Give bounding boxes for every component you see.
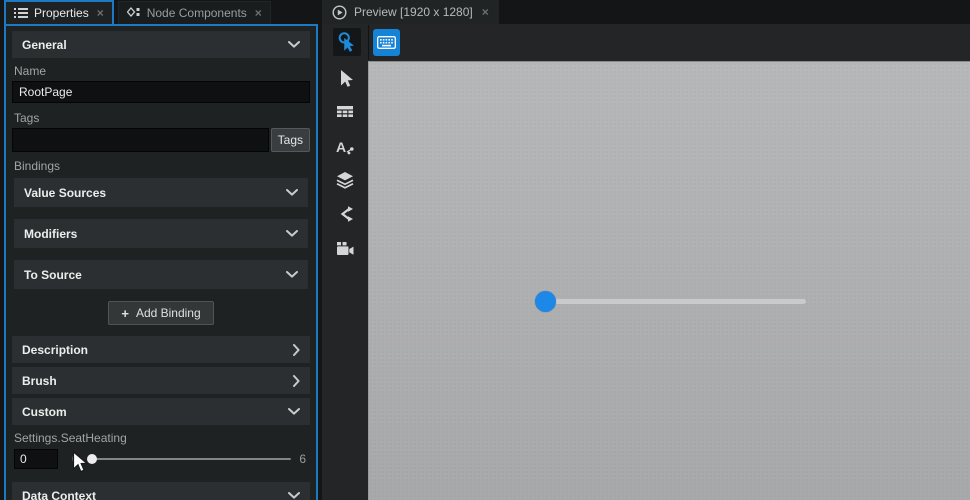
section-value-sources-title: Value Sources	[24, 185, 107, 200]
section-data-context-title: Data Context	[22, 488, 97, 500]
chevron-down-icon	[286, 230, 298, 237]
section-modifiers-title: Modifiers	[24, 226, 78, 241]
section-custom[interactable]: Custom	[12, 398, 310, 425]
slider-min-label: 0	[72, 451, 79, 466]
section-custom-title: Custom	[22, 404, 67, 419]
section-brush-title: Brush	[22, 373, 57, 388]
section-to-source-title: To Source	[24, 267, 82, 282]
custom-property-label: Settings.SeatHeating	[14, 431, 127, 445]
layers-icon	[336, 172, 354, 189]
canvas-slider-handle[interactable]	[535, 291, 556, 312]
preview-panel: Preview [1920 x 1280] × A	[322, 0, 970, 500]
layers-tool-button[interactable]	[322, 163, 368, 197]
close-icon[interactable]: ×	[95, 6, 104, 20]
name-label: Name	[14, 64, 47, 78]
close-icon[interactable]: ×	[480, 5, 489, 19]
preview-canvas[interactable]	[368, 61, 970, 500]
table-tool-button[interactable]	[322, 95, 368, 129]
node-components-icon	[126, 7, 140, 17]
camera-tool-button[interactable]	[322, 231, 368, 265]
toolbar-separator	[368, 25, 369, 60]
branch-tool-button[interactable]	[322, 197, 368, 231]
chevron-down-icon	[288, 492, 300, 499]
preview-chrome: A	[322, 24, 970, 500]
chevron-down-icon	[286, 271, 298, 278]
custom-property-value-input[interactable]	[14, 448, 58, 469]
tab-node-components[interactable]: Node Components ×	[117, 1, 271, 24]
interaction-tool-button[interactable]	[333, 28, 361, 56]
slider-handle[interactable]	[86, 453, 97, 464]
tags-row: Tags	[12, 128, 310, 152]
tab-properties[interactable]: Properties ×	[4, 0, 114, 24]
section-modifiers[interactable]: Modifiers	[14, 219, 308, 248]
slider-max-label: 6	[299, 451, 306, 466]
section-general[interactable]: General	[12, 31, 310, 58]
add-binding-row: + Add Binding	[12, 301, 310, 325]
text-tool-button[interactable]: A	[322, 129, 368, 163]
section-data-context[interactable]: Data Context	[12, 482, 310, 500]
chevron-right-icon	[293, 343, 300, 356]
interaction-tool-icon	[338, 32, 354, 52]
chevron-down-icon	[286, 189, 298, 196]
list-icon	[14, 8, 28, 18]
text-tool-icon: A	[336, 139, 354, 155]
section-value-sources[interactable]: Value Sources	[14, 178, 308, 207]
tab-properties-label: Properties	[34, 6, 89, 20]
section-general-title: General	[22, 37, 67, 52]
camera-icon	[337, 241, 354, 255]
section-description-title: Description	[22, 342, 89, 357]
section-description[interactable]: Description	[12, 336, 310, 363]
pointer-tool-button[interactable]	[322, 61, 368, 95]
play-circle-icon	[332, 4, 347, 20]
slider-track[interactable]	[89, 457, 292, 460]
tab-node-components-label: Node Components	[146, 6, 247, 20]
properties-panel: Properties × Node Components × General N…	[4, 0, 318, 500]
table-icon	[337, 105, 353, 117]
chevron-down-icon	[288, 41, 300, 48]
close-icon[interactable]: ×	[253, 6, 262, 20]
branch-icon	[340, 206, 353, 222]
tags-label: Tags	[14, 111, 40, 125]
chevron-right-icon	[293, 374, 300, 387]
virtual-keyboard-button[interactable]	[373, 29, 400, 56]
preview-side-toolbar: A	[322, 61, 368, 500]
tags-input[interactable]	[12, 128, 269, 152]
pointer-icon	[341, 69, 353, 87]
tab-preview[interactable]: Preview [1920 x 1280] ×	[322, 0, 499, 24]
section-brush[interactable]: Brush	[12, 367, 310, 394]
properties-panel-body: General Name Tags Tags Bindings Value So…	[4, 24, 318, 500]
left-tab-bar: Properties × Node Components ×	[4, 0, 318, 24]
chevron-down-icon	[288, 408, 300, 415]
add-binding-button[interactable]: + Add Binding	[108, 301, 214, 325]
custom-property-slider-row: 0 6	[14, 448, 308, 469]
svg-text:A: A	[336, 139, 346, 155]
custom-property-slider[interactable]	[86, 450, 292, 468]
virtual-keyboard-icon	[377, 36, 396, 49]
tab-preview-label: Preview [1920 x 1280]	[354, 5, 473, 19]
canvas-slider-track[interactable]	[545, 299, 806, 304]
preview-top-toolbar	[322, 24, 970, 61]
tags-button[interactable]: Tags	[270, 128, 310, 152]
plus-icon: +	[121, 305, 129, 321]
bindings-label: Bindings	[14, 159, 61, 173]
add-binding-label: Add Binding	[135, 306, 201, 320]
name-input[interactable]	[12, 81, 310, 103]
section-to-source[interactable]: To Source	[14, 260, 308, 289]
